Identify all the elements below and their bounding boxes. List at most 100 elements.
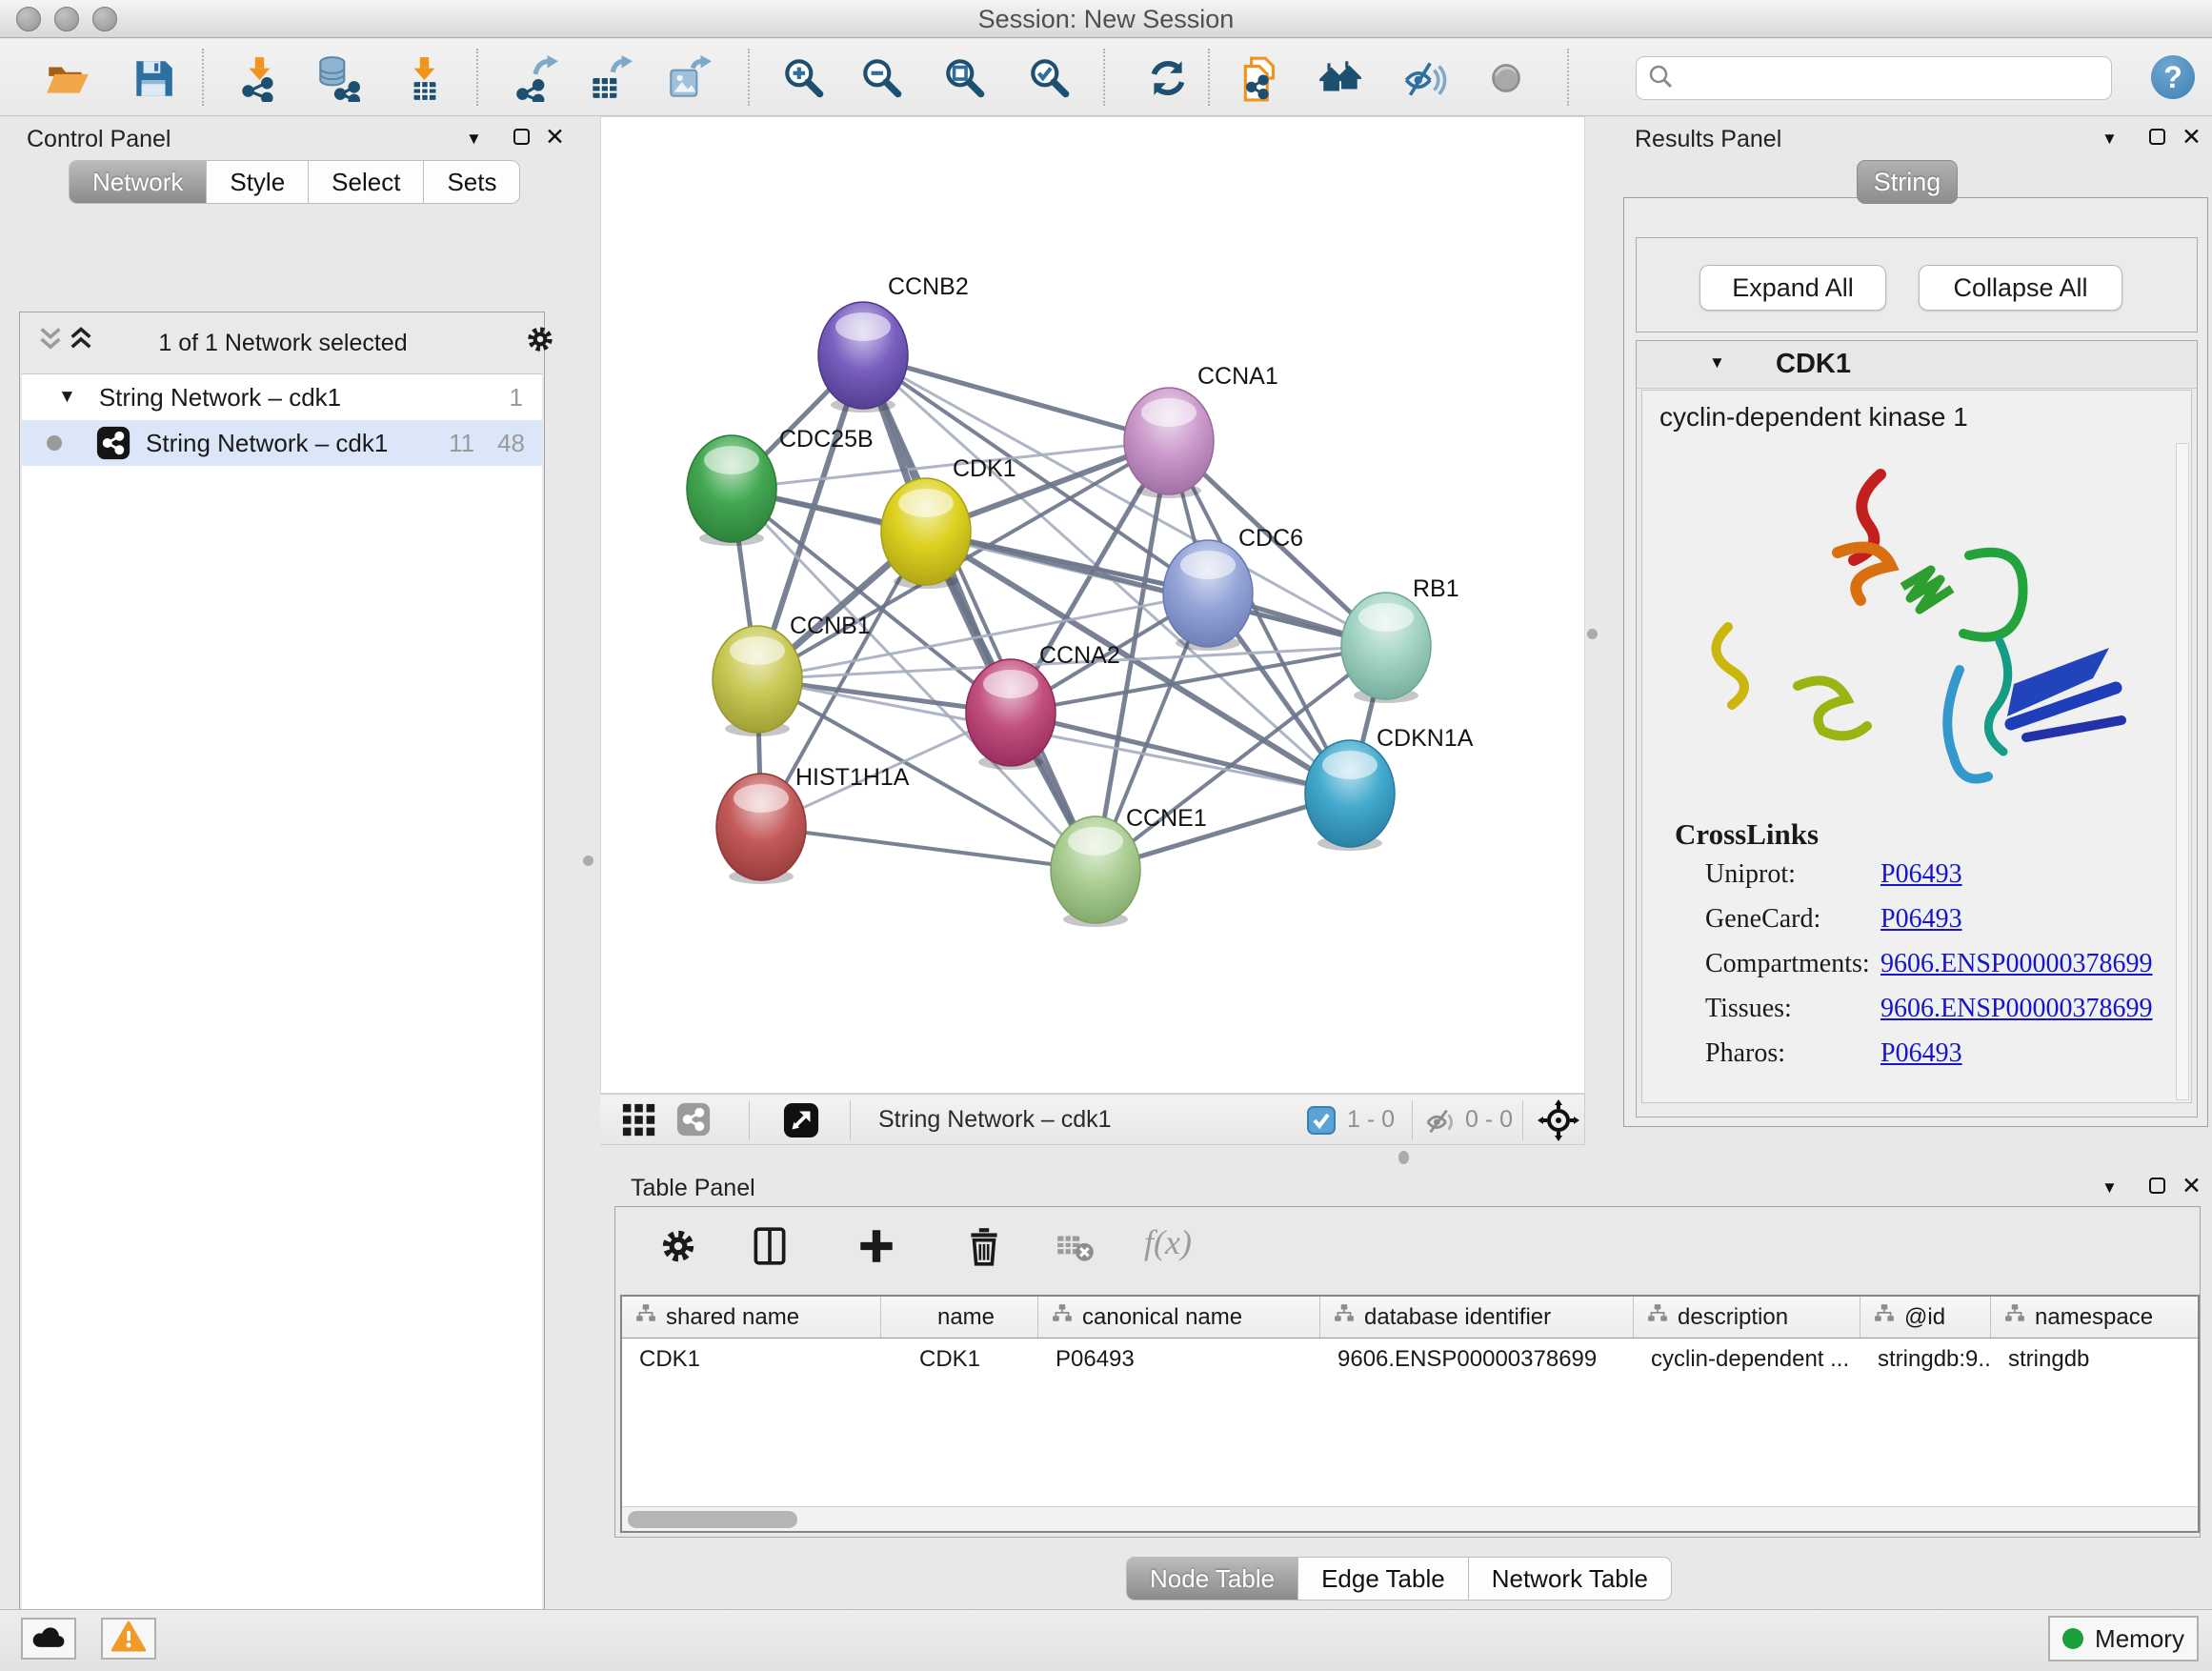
float-table-icon[interactable] xyxy=(2149,1178,2165,1194)
network-column-icon xyxy=(1874,1303,1895,1331)
column-header-canonical-name[interactable]: canonical name xyxy=(1038,1297,1320,1338)
delete-table-icon[interactable] xyxy=(1054,1224,1097,1268)
tab-select[interactable]: Select xyxy=(308,160,424,204)
export-image-button[interactable] xyxy=(665,54,713,102)
open-folder-icon xyxy=(44,90,91,106)
network-canvas[interactable]: CCNB2 CCNA1 CDC25B CDK1 CDC6 RB1 CCNB1 xyxy=(600,116,1585,1094)
crosslink-link[interactable]: P06493 xyxy=(1880,904,1962,935)
svg-text:RB1: RB1 xyxy=(1413,575,1459,602)
import-network-button[interactable] xyxy=(236,54,284,102)
control-panel: Control Panel ▼ ✕ NetworkStyleSelectSets… xyxy=(0,116,564,1608)
search-input[interactable] xyxy=(1675,59,2111,97)
column-header-name[interactable]: name xyxy=(881,1297,1038,1338)
table-row[interactable]: CDK1CDK1P064939606.ENSP00000378699cyclin… xyxy=(622,1339,2198,1380)
network-options-gear-icon[interactable] xyxy=(523,322,557,356)
open-session-button[interactable] xyxy=(44,54,91,102)
table-cell[interactable]: 9606.ENSP00000378699 xyxy=(1320,1339,1634,1380)
show-graphics-button[interactable] xyxy=(1482,54,1530,102)
close-results-icon[interactable]: ✕ xyxy=(2182,128,2202,147)
gene-section-header[interactable]: ▼ CDK1 xyxy=(1637,341,2197,389)
table-options-gear-icon[interactable] xyxy=(656,1224,700,1268)
help-button[interactable]: ? xyxy=(2151,55,2195,99)
zoom-out-button[interactable] xyxy=(858,54,906,102)
zoom-fit-button[interactable] xyxy=(941,54,989,102)
hide-graphics-button[interactable] xyxy=(1400,54,1448,102)
table-cell[interactable]: P06493 xyxy=(1038,1339,1320,1380)
zoom-in-button[interactable] xyxy=(780,54,828,102)
export-network-button[interactable] xyxy=(512,54,559,102)
column-header-database-identifier[interactable]: database identifier xyxy=(1320,1297,1634,1338)
column-header-description[interactable]: description xyxy=(1634,1297,1860,1338)
eye-gray-icon xyxy=(1482,90,1530,106)
share-view-icon[interactable] xyxy=(676,1102,713,1138)
close-panel-icon[interactable]: ✕ xyxy=(545,128,565,147)
memory-button[interactable]: Memory xyxy=(2048,1616,2199,1661)
column-header-namespace[interactable]: namespace xyxy=(1991,1297,2200,1338)
results-scrollbar[interactable] xyxy=(2176,443,2189,1100)
refresh-view-button[interactable] xyxy=(1144,54,1192,102)
show-columns-icon[interactable] xyxy=(748,1224,792,1268)
right-splitter-handle[interactable] xyxy=(1587,629,1598,639)
bottom-splitter-handle[interactable] xyxy=(1398,1151,1409,1164)
grid-view-icon[interactable] xyxy=(621,1102,657,1138)
birds-eye-crosshair-icon[interactable] xyxy=(1538,1099,1579,1141)
node-table[interactable]: shared namenamecanonical namedatabase id… xyxy=(620,1295,2200,1533)
toolbar-separator xyxy=(1103,49,1105,106)
collapse-all-button[interactable]: Collapse All xyxy=(1919,265,2122,311)
tab-sets[interactable]: Sets xyxy=(423,160,520,204)
crosslink-link[interactable]: 9606.ENSP00000378699 xyxy=(1880,994,2152,1024)
save-session-button[interactable] xyxy=(130,54,177,102)
function-builder-button[interactable]: f(x) xyxy=(1144,1222,1192,1262)
close-table-icon[interactable]: ✕ xyxy=(2182,1177,2202,1196)
control-panel-title: Control Panel xyxy=(27,126,171,153)
tab-edge-table[interactable]: Edge Table xyxy=(1297,1557,1469,1601)
import-network-database-button[interactable] xyxy=(313,54,361,102)
float-panel-icon[interactable] xyxy=(513,129,530,145)
table-cell[interactable]: stringdb:9... xyxy=(1860,1339,1991,1380)
collapse-panel-icon[interactable]: ▼ xyxy=(466,130,482,149)
delete-column-icon[interactable] xyxy=(962,1224,1006,1268)
collection-expand-icon[interactable]: ▼ xyxy=(58,387,76,408)
export-network-icon xyxy=(512,90,559,106)
table-h-scrollbar[interactable] xyxy=(622,1506,2198,1531)
houses-button[interactable] xyxy=(1317,54,1364,102)
crosslink-link[interactable]: P06493 xyxy=(1880,859,1962,890)
search-box[interactable] xyxy=(1636,56,2112,100)
collapse-results-icon[interactable]: ▼ xyxy=(2101,130,2118,149)
detach-view-icon[interactable] xyxy=(783,1102,819,1138)
import-table-button[interactable] xyxy=(401,54,449,102)
network-node-CCNB2: CCNB2 xyxy=(818,273,969,413)
left-splitter-handle[interactable] xyxy=(583,856,593,866)
selected-checkbox-icon[interactable] xyxy=(1307,1106,1336,1135)
network-from-selection-button[interactable] xyxy=(1237,54,1285,102)
warnings-button[interactable] xyxy=(101,1618,156,1660)
tab-network-table[interactable]: Network Table xyxy=(1468,1557,1672,1601)
expand-all-button[interactable]: Expand All xyxy=(1699,265,1886,311)
crosslink-link[interactable]: P06493 xyxy=(1880,1038,1962,1069)
import-database-icon xyxy=(313,90,361,106)
tab-style[interactable]: Style xyxy=(206,160,309,204)
network-collection-row[interactable]: ▼ String Network – cdk1 1 xyxy=(22,374,542,420)
crosslink-link[interactable]: 9606.ENSP00000378699 xyxy=(1880,949,2152,979)
status-bar: Memory xyxy=(0,1609,2212,1671)
network-view-toolbar: String Network – cdk1 1 - 0 0 - 0 xyxy=(600,1094,1585,1145)
export-table-button[interactable] xyxy=(585,54,633,102)
tab-string[interactable]: String xyxy=(1857,160,1958,204)
network-row-selected[interactable]: String Network – cdk1 11 48 xyxy=(22,420,542,466)
zoom-selected-button[interactable] xyxy=(1026,54,1074,102)
gene-collapse-icon[interactable]: ▼ xyxy=(1709,353,1725,372)
tab-node-table[interactable]: Node Table xyxy=(1126,1557,1298,1601)
add-column-icon[interactable] xyxy=(855,1224,898,1268)
cloud-button[interactable] xyxy=(21,1618,76,1660)
table-cell[interactable]: CDK1 xyxy=(622,1339,881,1380)
table-cell[interactable]: stringdb xyxy=(1991,1339,2200,1380)
table-cell[interactable]: CDK1 xyxy=(881,1339,1038,1380)
column-header-@id[interactable]: @id xyxy=(1860,1297,1991,1338)
tab-network[interactable]: Network xyxy=(69,160,207,204)
network-node-CCNE1: CCNE1 xyxy=(1051,805,1207,927)
float-results-icon[interactable] xyxy=(2149,129,2165,145)
column-header-shared-name[interactable]: shared name xyxy=(622,1297,881,1338)
table-h-scrollbar-thumb[interactable] xyxy=(628,1511,797,1528)
table-cell[interactable]: cyclin-dependent ... xyxy=(1634,1339,1860,1380)
collapse-table-icon[interactable]: ▼ xyxy=(2101,1178,2118,1198)
